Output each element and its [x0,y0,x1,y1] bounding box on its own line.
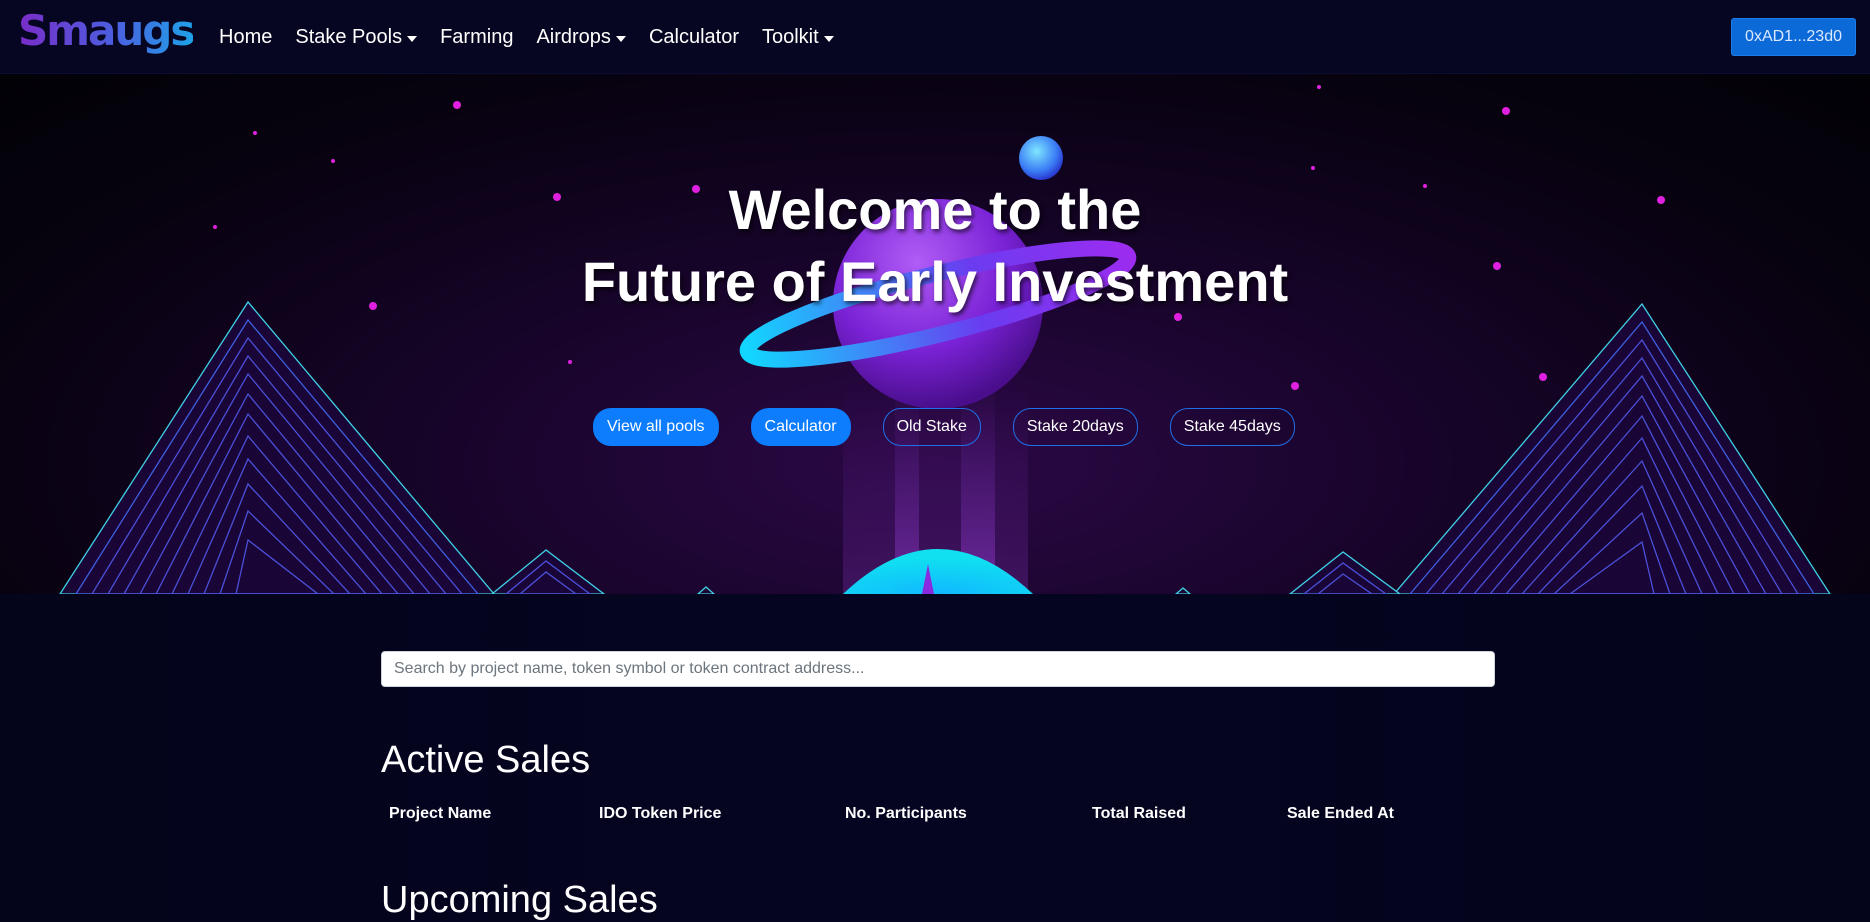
hero-title-line-2: Future of Early Investment [581,250,1289,313]
nav-airdrops-dropdown[interactable]: Airdrops [536,26,626,49]
upcoming-sales-heading: Upcoming Sales [381,879,658,921]
stake-20days-button[interactable]: Stake 20days [1012,408,1138,446]
top-navbar: Smaugs Home Stake Pools Farming Airdrops… [0,0,1870,74]
nav-stake-pools-dropdown[interactable]: Stake Pools [295,26,418,49]
nav-menu: Home Stake Pools Farming Airdrops Calcul… [219,26,857,49]
hero-illustration [59,85,1831,594]
nav-stake-pools-label: Stake Pools [295,26,403,48]
column-project-name[interactable]: Project Name [389,805,491,823]
brand-logo[interactable]: Smaugs [18,6,195,55]
right-mountains [1175,302,1831,594]
caret-down-icon [407,35,418,42]
nav-toolkit-dropdown[interactable]: Toolkit [762,26,834,49]
main-content: Active Sales Project Name IDO Token Pric… [0,594,1870,922]
old-stake-button[interactable]: Old Stake [882,408,981,446]
wallet-address-button[interactable]: 0xAD1...23d0 [1731,18,1856,56]
caret-down-icon [615,35,626,42]
nav-home[interactable]: Home [219,26,272,49]
hero-banner: Welcome to the Future of Early Investmen… [0,74,1870,594]
column-no-participants[interactable]: No. Participants [845,805,967,823]
nav-calculator-label: Calculator [648,26,739,48]
stake-45days-button[interactable]: Stake 45days [1169,408,1295,446]
column-total-raised[interactable]: Total Raised [1092,805,1186,823]
active-sales-heading: Active Sales [381,739,591,781]
nav-toolkit-label: Toolkit [761,26,819,48]
nav-farming-label: Farming [440,26,514,48]
nav-farming[interactable]: Farming [440,26,513,49]
calculator-button[interactable]: Calculator [750,408,851,446]
column-sale-ended-at[interactable]: Sale Ended At [1287,805,1394,823]
nav-home-label: Home [219,26,273,48]
nav-airdrops-label: Airdrops [536,26,611,48]
view-all-pools-button[interactable]: View all pools [593,408,719,446]
caret-down-icon [823,35,834,42]
column-ido-token-price[interactable]: IDO Token Price [599,805,721,823]
nav-calculator[interactable]: Calculator [649,26,739,49]
search-input[interactable] [381,651,1495,687]
hero-title-line-1: Welcome to the [728,178,1142,241]
left-mountains [59,300,715,594]
hero-button-group: View all pools Calculator Old Stake Stak… [593,408,1327,446]
